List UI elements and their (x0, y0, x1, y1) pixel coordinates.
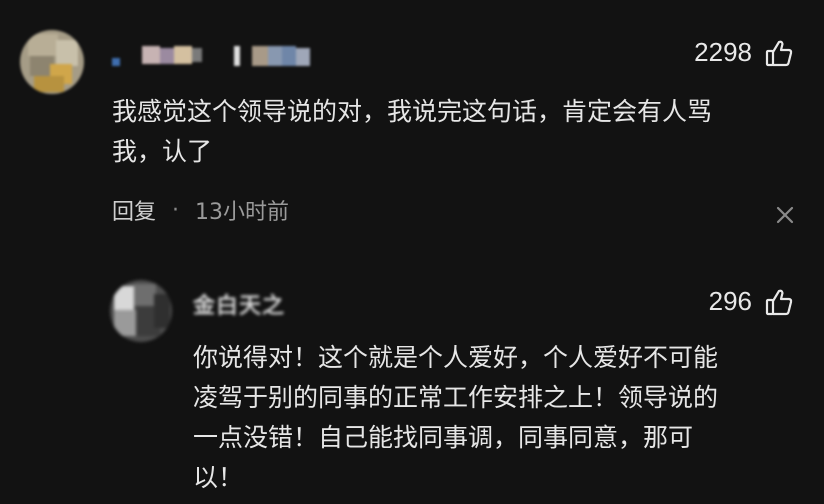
reply-like-count: 296 (708, 286, 752, 316)
comment-meta: 回复 · 13小时前 (112, 194, 289, 226)
reply-text-line: 一点没错！自己能找同事调，同事同意，那可 (193, 423, 694, 452)
avatar[interactable] (20, 30, 84, 94)
reply-text-line: 以！ (193, 463, 244, 492)
reply-button[interactable]: 回复 (112, 194, 156, 226)
timestamp: 13小时前 (195, 200, 290, 225)
thumbs-up-icon[interactable] (764, 287, 794, 317)
like-count: 2298 (694, 37, 752, 67)
separator-dot: · (172, 197, 180, 223)
reply-username[interactable]: 金白天之 (193, 288, 285, 320)
comment-text: 我感觉这个领导说的对，我说完这句话，肯定会有人骂 我，认了 (112, 92, 802, 172)
close-icon[interactable] (774, 204, 796, 226)
reply-text: 你说得对！这个就是个人爱好，个人爱好不可能 凌驾于别的同事的正常工作安排之上！领… (193, 338, 803, 498)
comment-text-line: 我感觉这个领导说的对，我说完这句话，肯定会有人骂 (112, 97, 713, 126)
reply-text-line: 你说得对！这个就是个人爱好，个人爱好不可能 (193, 343, 719, 372)
username-pixelated[interactable] (112, 44, 317, 68)
reply-avatar[interactable] (110, 280, 172, 342)
reply-text-line: 凌驾于别的同事的正常工作安排之上！领导说的 (193, 383, 719, 412)
thumbs-up-icon[interactable] (764, 38, 794, 68)
comment-text-line: 我，认了 (112, 137, 213, 166)
comment-thread: 2298 我感觉这个领导说的对，我说完这句话，肯定会有人骂 我，认了 回复 · … (0, 0, 824, 504)
